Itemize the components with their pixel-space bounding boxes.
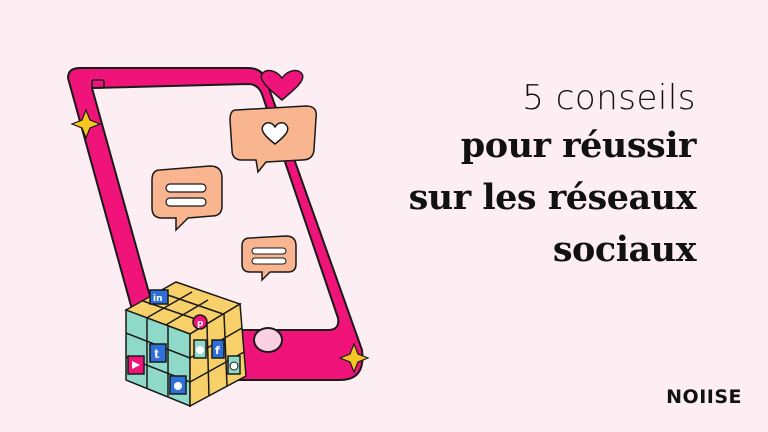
pinterest-icon: p [197,319,204,329]
snapchat-icon [196,346,204,354]
brand-logo: NOIISE [666,386,742,408]
svg-text:in: in [153,294,163,304]
svg-text:f: f [215,344,220,357]
tumblr-icon: t [154,347,160,361]
rubiks-cube-icon [124,281,247,408]
headline: 5 conseils pour réussir sur les réseaux … [356,76,697,276]
facebook-icon: f [215,344,220,357]
svg-text:t: t [154,347,160,361]
whatsapp-icon [229,361,239,371]
social-media-illustration: in p t f [66,67,370,408]
headline-line-1: 5 conseils [522,78,696,118]
svg-text:p: p [197,319,204,329]
headline-line-3: sur les réseaux [408,177,697,218]
linkedin-icon: in [153,294,163,304]
twitter-icon [174,382,182,390]
headline-line-2: pour réussir [460,125,697,166]
headline-line-4: sociaux [552,229,697,270]
